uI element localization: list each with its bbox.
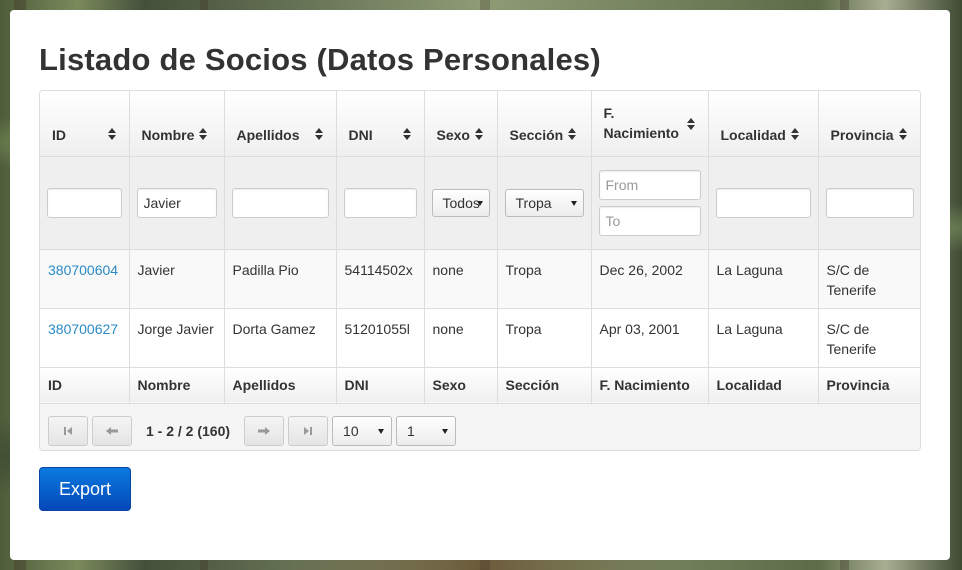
socios-table: ID Nombre Apellidos DNI Sexo Sección F. … [39,90,921,451]
cell-localidad: La Laguna [708,308,819,368]
cell-apellidos: Padilla Pio [224,249,337,309]
cell-fecha: Apr 03, 2001 [591,308,709,368]
sort-icon [198,127,208,142]
filter-localidad-input[interactable] [715,187,811,218]
filter-fecha-to-input[interactable] [598,205,701,236]
prev-page-icon [106,426,118,435]
sort-icon [474,127,484,142]
filter-id-input[interactable] [47,187,122,218]
col-header-id[interactable]: ID [40,91,130,157]
export-button[interactable]: Export [39,467,131,511]
col-footer-apellidos: Apellidos [224,367,337,404]
page-number-select[interactable]: 1 [396,415,457,446]
sort-icon [402,127,412,142]
chevron-down-icon [378,428,385,434]
cell-sexo: none [424,308,498,368]
main-panel: Listado de Socios (Datos Personales) ID … [10,10,950,560]
cell-provincia: S/C de Tenerife [818,249,920,309]
row-id-link[interactable]: 380700604 [48,262,118,278]
filter-provincia-input[interactable] [825,187,914,218]
sort-icon [567,127,577,142]
chevron-down-icon [442,428,449,434]
cell-localidad: La Laguna [708,249,819,309]
cell-seccion: Tropa [497,249,592,309]
col-header-sexo[interactable]: Sexo [424,91,498,157]
chevron-down-icon [476,200,483,206]
table-row: 380700627 Jorge Javier Dorta Gamez 51201… [40,308,920,368]
cell-dni: 51201055l [336,308,425,368]
page-title: Listado de Socios (Datos Personales) [39,42,601,77]
col-footer-nombre: Nombre [129,367,225,404]
sort-icon [107,127,117,142]
col-footer-id: ID [40,367,130,404]
cell-apellidos: Dorta Gamez [224,308,337,368]
col-header-seccion[interactable]: Sección [497,91,592,157]
filter-fecha-from-input[interactable] [598,169,701,200]
col-header-fecha-nacimiento[interactable]: F. Nacimiento [591,91,709,157]
cell-dni: 54114502x [336,249,425,309]
col-header-localidad[interactable]: Localidad [708,91,819,157]
filter-dni-input[interactable] [343,187,417,218]
row-id-link[interactable]: 380700627 [48,321,118,337]
cell-sexo: none [424,249,498,309]
last-page-button[interactable] [288,415,329,446]
table-row: 380700604 Javier Padilla Pio 54114502x n… [40,249,920,309]
first-page-icon [64,426,72,435]
pager-info: 1 - 2 / 2 (160) [146,422,231,439]
first-page-button[interactable] [48,415,88,446]
sort-icon [314,127,324,142]
filter-sexo-select[interactable]: Todos [431,188,490,217]
col-footer-sexo: Sexo [424,367,498,404]
col-footer-provincia: Provincia [818,367,920,404]
col-footer-dni: DNI [336,367,425,404]
filter-apellidos-input[interactable] [231,187,329,218]
cell-nombre: Javier [129,249,225,309]
filter-seccion-select[interactable]: Tropa [504,188,584,217]
cell-nombre: Jorge Javier [129,308,225,368]
col-footer-fecha-nacimiento: F. Nacimiento [591,367,709,404]
chevron-down-icon [570,200,577,206]
col-footer-localidad: Localidad [708,367,819,404]
cell-fecha: Dec 26, 2002 [591,249,709,309]
col-header-dni[interactable]: DNI [336,91,425,157]
page-size-select[interactable]: 10 [332,415,393,446]
sort-icon [790,127,800,142]
next-page-button[interactable] [244,415,285,446]
col-header-nombre[interactable]: Nombre [129,91,225,157]
pager: 1 - 2 / 2 (160) 10 1 [40,403,920,450]
sort-icon [898,127,908,142]
filter-nombre-input[interactable] [136,187,217,218]
last-page-icon [304,426,313,435]
col-footer-seccion: Sección [497,367,592,404]
col-header-apellidos[interactable]: Apellidos [224,91,337,157]
cell-seccion: Tropa [497,308,592,368]
cell-provincia: S/C de Tenerife [818,308,920,368]
sort-icon [686,117,696,132]
col-header-provincia[interactable]: Provincia [818,91,920,157]
prev-page-button[interactable] [92,415,132,446]
next-page-icon [258,426,271,435]
